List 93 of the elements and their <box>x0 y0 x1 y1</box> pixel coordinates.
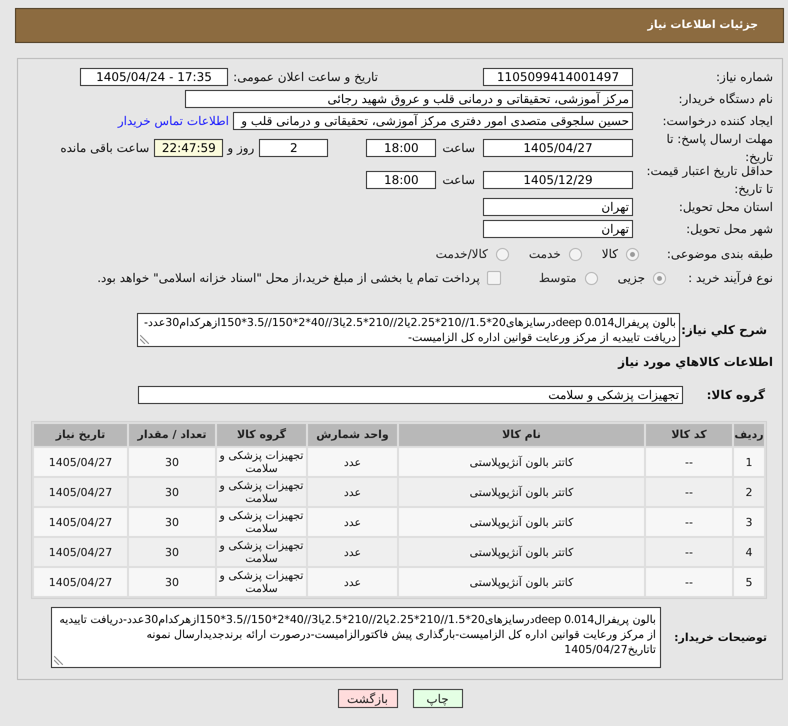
resize-grip-icon[interactable] <box>140 335 149 344</box>
column-header: گروه کالا <box>217 424 306 446</box>
table-cell: 5 <box>734 568 764 596</box>
field-label: حداقل تاریخ اعتبار قیمت: تا تاریخ: <box>646 164 773 196</box>
field-label: طبقه بندی موضوعی: <box>666 247 773 261</box>
table-cell: 1405/04/27 <box>34 448 127 476</box>
table-cell: 2 <box>734 478 764 506</box>
days-field[interactable]: 2 <box>259 139 328 157</box>
announce-date-field[interactable]: 1405/04/24 - 17:35 <box>80 68 228 86</box>
description-textarea[interactable]: بالون پریفرالdeep 0.014درسایزهای20*1.5//210*2.25یا2//210*2.5یا3//40*2*150//3.5*150ازهرکدام30عدد-دریافت تاییدیه از مرکز ورعایت قوانین اداره کل الزامیست- <box>137 313 680 347</box>
table-cell: عدد <box>308 478 397 506</box>
radio-label: جزیی <box>618 270 645 287</box>
table-cell: -- <box>646 478 732 506</box>
radio-label: کالا <box>602 246 618 263</box>
table-cell: -- <box>646 538 732 566</box>
field-label: استان محل تحویل: <box>678 200 773 214</box>
column-header: واحد شمارش <box>308 424 397 446</box>
table-cell: 1405/04/27 <box>34 568 127 596</box>
radio-button[interactable] <box>568 248 582 260</box>
buyer-org-field[interactable]: مرکز آموزشی، تحقیقاتی و درمانی قلب و عروق شهید رجائی <box>185 90 633 108</box>
deadline-date-field[interactable]: 1405/04/27 <box>483 139 633 157</box>
field-label: مهلت ارسال پاسخ: تا تاریخ: <box>666 132 773 164</box>
contact-buyer-link[interactable]: اطلاعات تماس خریدار <box>118 112 229 130</box>
validity-date-field[interactable]: 1405/12/29 <box>483 171 633 189</box>
column-header: کد کالا <box>646 424 732 446</box>
radio-label: متوسط <box>538 270 577 287</box>
table-cell: 30 <box>129 478 215 506</box>
column-header: تاریخ نیاز <box>34 424 127 446</box>
column-header: تعداد / مقدار <box>129 424 215 446</box>
table-cell: 30 <box>129 568 215 596</box>
table-cell: -- <box>646 448 732 476</box>
radio-button[interactable] <box>626 248 639 260</box>
print-button[interactable]: چاپ <box>412 689 462 708</box>
field-label: ساعت باقی مانده <box>60 141 150 155</box>
section-title: اطلاعات کالاهاي مورد نیاز <box>618 354 773 371</box>
table-cell: 1405/04/27 <box>34 538 127 566</box>
table-cell: تجهیزات پزشکی و سلامت <box>217 568 306 596</box>
column-header: ردیف <box>734 424 764 446</box>
table-cell: تجهیزات پزشکی و سلامت <box>217 478 306 506</box>
table-cell: -- <box>646 508 732 536</box>
page-title: جزئیات اطلاعات نیاز <box>648 17 758 34</box>
radio-label: کالا/خدمت <box>436 246 488 263</box>
field-label: ساعت <box>442 141 475 155</box>
table-cell: کاتتر بالون آنژیوپلاستی <box>399 448 644 476</box>
validity-time-field[interactable]: 18:00 <box>366 171 436 189</box>
radio-button[interactable] <box>653 272 666 284</box>
field-label: نوع فرآیند خرید : <box>688 271 773 285</box>
checkbox-label: پرداخت تمام یا بخشی از مبلغ خرید،از محل "اسناد خزانه اسلامی" خواهد بود. <box>97 270 480 287</box>
radio-button[interactable] <box>496 248 509 260</box>
table-cell: 4 <box>734 538 764 566</box>
table-cell: 1405/04/27 <box>34 508 127 536</box>
table-cell: کاتتر بالون آنژیوپلاستی <box>399 538 644 566</box>
table-cell: -- <box>646 568 732 596</box>
field-label: توضیحات خریدار: <box>674 631 767 644</box>
province-field[interactable]: تهران <box>483 198 633 216</box>
table-cell: 30 <box>129 508 215 536</box>
buyer-notes-textarea[interactable]: بالون پریفرالdeep 0.014درسایزهای20*1.5//210*2.25یا2//210*2.5یا3//40*2*150//3.5*150ازهرکدام30عدد-دریافت تاییدیه از مرکز ورعایت قوانین اداره کل الزامیست-بارگذاری پیش فاکتورالزامیست-درصورت ارائه برندجدیدارسال نمونه تاتاریخ1405/04/27 <box>51 607 661 668</box>
table-cell: عدد <box>308 568 397 596</box>
field-label: نام دستگاه خریدار: <box>678 92 773 106</box>
field-label: تاریخ و ساعت اعلان عمومی: <box>233 70 378 84</box>
table-cell: 30 <box>129 538 215 566</box>
field-label: روز و <box>227 141 254 155</box>
table-cell: 1405/04/27 <box>34 478 127 506</box>
field-label: شماره نیاز: <box>716 70 773 84</box>
table-cell: عدد <box>308 448 397 476</box>
radio-button[interactable] <box>584 272 598 284</box>
field-label: ایجاد کننده درخواست: <box>662 114 773 128</box>
goods-group-field[interactable]: تجهیزات پزشکی و سلامت <box>138 386 683 404</box>
remaining-time-field[interactable]: 22:47:59 <box>154 139 224 157</box>
field-label: شهر محل تحویل: <box>686 222 773 236</box>
table-cell: عدد <box>308 508 397 536</box>
table-cell: تجهیزات پزشکی و سلامت <box>217 538 306 566</box>
requester-field[interactable]: حسین سلجوقی متصدی امور دفتری مرکز آموزشی، تحقیقاتی و درمانی قلب و <box>233 112 633 130</box>
field-label: ساعت <box>442 173 475 187</box>
table-cell: کاتتر بالون آنژیوپلاستی <box>399 478 644 506</box>
table-cell: 1 <box>734 448 764 476</box>
checkbox[interactable] <box>486 271 501 285</box>
table-cell: عدد <box>308 538 397 566</box>
back-button[interactable]: بازگشت <box>338 689 398 708</box>
table-cell: تجهیزات پزشکی و سلامت <box>217 448 306 476</box>
resize-grip-icon[interactable] <box>54 656 63 665</box>
deadline-time-field[interactable]: 18:00 <box>366 139 436 157</box>
field-label: شرح کلي نیاز: <box>681 323 767 337</box>
table-cell: کاتتر بالون آنژیوپلاستی <box>399 568 644 596</box>
city-field[interactable]: تهران <box>483 220 633 238</box>
need-number-field[interactable]: 1105099414001497 <box>483 68 633 86</box>
table-cell: 30 <box>129 448 215 476</box>
field-label: گروه کالا: <box>706 388 765 402</box>
radio-label: خدمت <box>528 246 561 263</box>
table-cell: کاتتر بالون آنژیوپلاستی <box>399 508 644 536</box>
table-cell: تجهیزات پزشکی و سلامت <box>217 508 306 536</box>
table-cell: 3 <box>734 508 764 536</box>
column-header: نام کالا <box>399 424 644 446</box>
